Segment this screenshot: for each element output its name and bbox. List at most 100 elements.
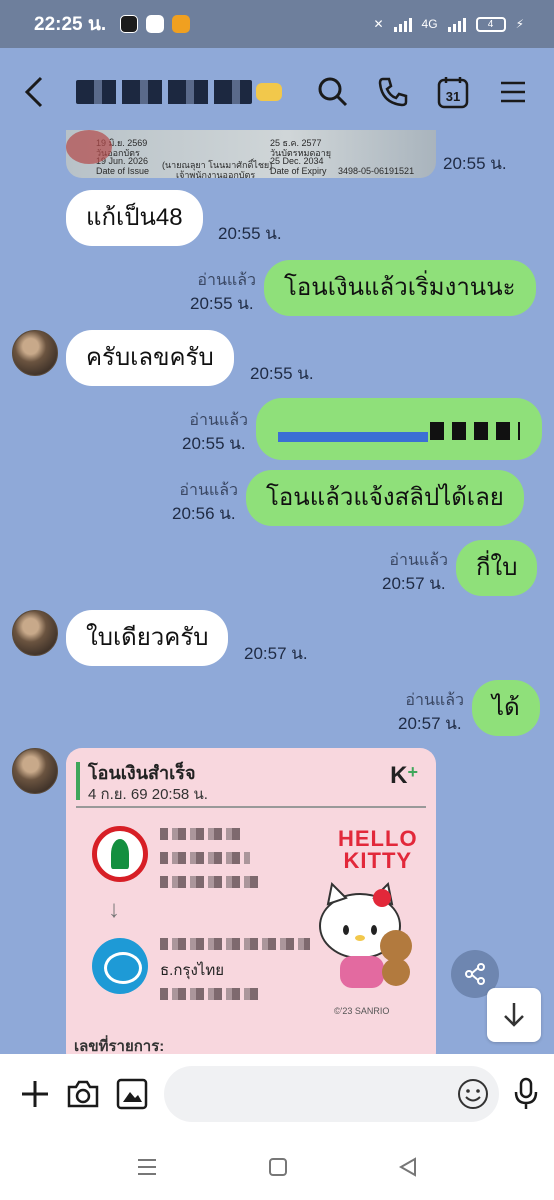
mute-icon: ✕ <box>373 17 384 31</box>
message-time: 20:56 น. <box>172 504 236 523</box>
status-bar: 22:25 น. ✕ 4G 4 ⚡ <box>0 0 554 48</box>
redacted-blur <box>430 422 520 440</box>
id-expiry-label-en: Date of Expiry <box>270 166 327 176</box>
calendar-icon: 31 <box>437 77 469 109</box>
line-icon <box>146 15 165 33</box>
hello-kitty-illustration <box>319 881 412 988</box>
redacted-blur <box>278 432 428 442</box>
hamburger-icon <box>501 81 525 103</box>
search-button[interactable] <box>316 75 350 109</box>
message-sent[interactable]: โอนเงินแล้วเริ่มงานนะ <box>264 260 536 316</box>
message-bubble: ครับเลขครับ <box>66 330 234 386</box>
message-input[interactable] <box>164 1066 499 1122</box>
emoji-icon[interactable] <box>457 1078 489 1110</box>
phone-icon <box>378 77 408 107</box>
plus-icon <box>22 1081 48 1107</box>
battery-icon: 4 <box>475 16 506 32</box>
slip-accent-bar <box>76 762 80 800</box>
ktb-logo-icon <box>92 938 148 994</box>
microphone-icon <box>514 1077 538 1109</box>
redacted-sender-account <box>160 876 260 888</box>
id-issue-label-en: Date of Issue <box>96 166 150 176</box>
kplus-plus: + <box>407 762 418 782</box>
hello-kitty-logo: HELLO KITTY <box>338 828 418 872</box>
avatar[interactable] <box>12 610 58 656</box>
network-type: 4G <box>421 17 438 31</box>
kbank-logo-icon <box>92 826 148 882</box>
signal-icon-2 <box>447 17 466 32</box>
back-nav-icon[interactable] <box>398 1157 418 1177</box>
tiktok-icon <box>120 15 139 33</box>
id-card-image[interactable]: 19 มิ.ย. 2569 วันออกบัตร 19 Jun. 2026 Da… <box>66 130 436 178</box>
chat-header: ▀▀ ▀ ▀▀▀ ▀ 31 <box>0 48 554 136</box>
message-time: 20:55 น. <box>190 294 254 313</box>
message-bubble: ใบเดียวครับ <box>66 610 229 666</box>
svg-text:31: 31 <box>446 89 460 104</box>
message-bubble: กี่ใบ <box>456 540 538 596</box>
name-emoji-icon <box>256 83 282 101</box>
voice-button[interactable] <box>513 1074 539 1114</box>
charging-icon: ⚡ <box>515 17 524 31</box>
redacted-sender-name <box>160 828 240 840</box>
status-right: ✕ 4G 4 ⚡ <box>373 16 524 32</box>
message-sent[interactable]: โอนแล้วแจ้งสลิปได้เลย <box>246 470 524 526</box>
message-sent[interactable]: กี่ใบ <box>456 540 538 596</box>
camera-button[interactable] <box>66 1074 100 1114</box>
message-input-wrap <box>164 1066 499 1122</box>
back-button[interactable] <box>24 72 54 112</box>
status-app-icons <box>120 15 191 33</box>
signal-icon <box>393 17 412 32</box>
message-time: 20:57 น. <box>244 644 308 663</box>
message-time: 20:55 น. <box>250 364 314 383</box>
image-icon <box>116 1078 148 1110</box>
add-button[interactable] <box>20 1074 50 1114</box>
id-seal <box>66 130 112 164</box>
recent-apps-icon[interactable] <box>136 1157 158 1177</box>
avatar[interactable] <box>12 330 58 376</box>
receiver-bank: ธ.กรุงไทย <box>160 962 225 979</box>
kitty-line2: KITTY <box>343 848 413 873</box>
app-w-icon <box>172 15 191 33</box>
camera-icon <box>67 1080 99 1108</box>
message-time: 20:55 น. <box>182 434 246 453</box>
sanrio-copyright: ©'23 SANRIO <box>334 1006 390 1016</box>
message-received[interactable]: แก้เป็น48 <box>66 190 203 246</box>
id-officer-title: เจ้าพนักงานออกบัตร <box>176 170 256 178</box>
home-icon[interactable] <box>268 1157 288 1177</box>
slip-date: 4 ก.ย. 69 20:58 น. <box>88 786 208 803</box>
id-card-number: 3498-05-06191521 <box>338 166 415 176</box>
back-arrow-icon <box>24 76 43 108</box>
search-icon <box>318 77 348 107</box>
message-sent[interactable]: ได้ <box>472 680 540 736</box>
ref-label: เลขที่รายการ: <box>74 1038 165 1054</box>
redacted-receiver-name <box>160 938 310 950</box>
call-button[interactable] <box>376 75 410 109</box>
gallery-button[interactable] <box>116 1074 148 1114</box>
message-time: 20:57 น. <box>398 714 462 733</box>
system-nav-bar <box>0 1134 554 1200</box>
avatar[interactable] <box>12 748 58 794</box>
message-bubble: โอนแล้วแจ้งสลิปได้เลย <box>246 470 524 526</box>
message-time: 20:57 น. <box>382 574 446 593</box>
slip-divider <box>76 806 426 808</box>
kplus-k: K <box>390 762 408 789</box>
chat-area[interactable]: 19 มิ.ย. 2569 วันออกบัตร 19 Jun. 2026 Da… <box>0 130 554 1054</box>
redacted-receiver-account <box>160 988 260 1000</box>
message-time: 20:55 น. <box>443 154 507 173</box>
message-sent-redacted[interactable] <box>256 398 542 460</box>
scroll-to-bottom-button[interactable] <box>487 988 541 1042</box>
menu-button[interactable] <box>496 75 530 109</box>
message-received[interactable]: ครับเลขครับ <box>66 330 234 386</box>
message-bubble: แก้เป็น48 <box>66 190 203 246</box>
calendar-button[interactable]: 31 <box>436 75 470 109</box>
contact-name[interactable]: ▀▀ ▀ ▀▀▀ ▀ <box>76 80 252 104</box>
message-bubble: ได้ <box>472 680 540 736</box>
arrow-down-icon <box>504 1003 524 1027</box>
redacted-sender-bank <box>160 852 250 864</box>
kplus-logo: K+ <box>390 762 418 790</box>
transfer-slip-image[interactable]: โอนเงินสำเร็จ 4 ก.ย. 69 20:58 น. K+ ↓ ธ.… <box>66 748 436 1054</box>
message-received[interactable]: ใบเดียวครับ <box>66 610 229 666</box>
message-bubble: โอนเงินแล้วเริ่มงานนะ <box>264 260 536 316</box>
message-time: 20:55 น. <box>218 224 282 243</box>
id-expiry-en: 25 Dec. 2034 <box>270 156 324 166</box>
